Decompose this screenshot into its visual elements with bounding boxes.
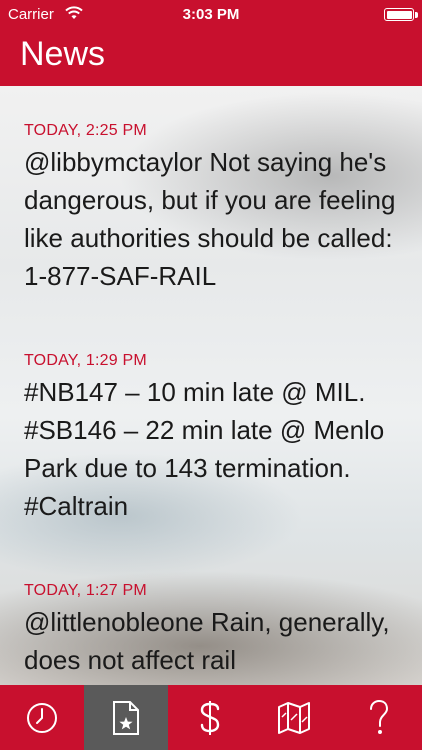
- status-bar: Carrier 3:03 PM: [0, 0, 422, 30]
- news-text: @littlenobleone Rain, generally, does no…: [24, 607, 390, 675]
- top-bar: Carrier 3:03 PM News: [0, 0, 422, 86]
- tab-help[interactable]: [336, 685, 422, 750]
- news-item[interactable]: TODAY, 2:25 PM @libbymctaylor Not saying…: [24, 122, 409, 295]
- dollar-icon: [197, 698, 223, 738]
- news-date: TODAY, 2:25 PM: [24, 122, 147, 139]
- help-icon: [366, 698, 392, 738]
- battery-icon: [384, 8, 414, 21]
- battery-tip: [415, 12, 418, 18]
- news-item[interactable]: TODAY, 1:27 PM @littlenobleone Rain, gen…: [24, 582, 409, 679]
- map-icon: [276, 700, 312, 736]
- news-date: TODAY, 1:29 PM: [24, 352, 147, 369]
- page-title: News: [20, 35, 106, 73]
- tab-schedule[interactable]: [0, 685, 84, 750]
- clock-icon: [25, 701, 59, 735]
- news-text: @libbymctaylor Not saying he's dangerous…: [24, 147, 396, 291]
- news-item[interactable]: TODAY, 1:29 PM #NB147 – 10 min late @ MI…: [24, 352, 409, 525]
- tab-fares[interactable]: [168, 685, 252, 750]
- news-date: TODAY, 1:27 PM: [24, 582, 147, 599]
- tab-map[interactable]: [252, 685, 336, 750]
- news-document-icon: [111, 700, 141, 736]
- tab-bar: [0, 685, 422, 750]
- news-text: #NB147 – 10 min late @ MIL. #SB146 – 22 …: [24, 377, 385, 521]
- tab-news[interactable]: [84, 685, 168, 750]
- news-feed[interactable]: TODAY, 2:25 PM @libbymctaylor Not saying…: [0, 86, 422, 685]
- status-time: 3:03 PM: [182, 6, 240, 23]
